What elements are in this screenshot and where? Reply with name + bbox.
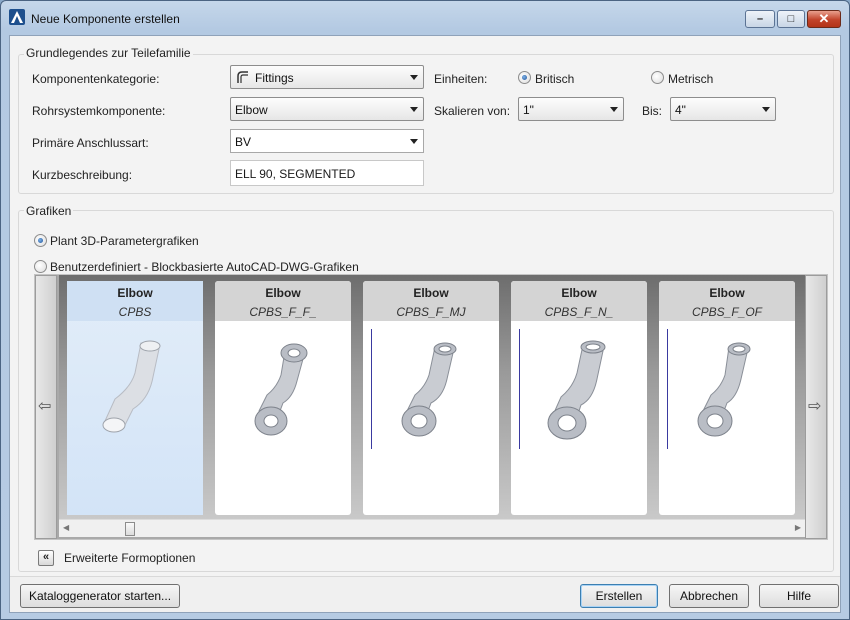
connection-value: BV (235, 135, 252, 149)
chevron-down-icon (610, 107, 618, 112)
scale-to-dropdown[interactable]: 4" (670, 97, 776, 121)
gallery-prev-button[interactable]: ⇦ (35, 275, 57, 539)
dialog-client: Grundlegendes zur Teilefamilie Komponent… (9, 35, 841, 613)
scale-from-label: Skalieren von: (434, 104, 511, 118)
chevron-down-icon (410, 75, 418, 80)
card-subtitle: CPBS_F_OF (691, 305, 763, 319)
scrollbar-thumb[interactable] (125, 522, 135, 536)
card-divider-line (371, 329, 372, 449)
close-icon: ✕ (818, 11, 830, 26)
dialog-window: Neue Komponente erstellen – □ ✕ Grundleg… (0, 0, 850, 620)
units-label: Einheiten: (434, 72, 488, 86)
plant3d-graphics-label[interactable]: Plant 3D-Parametergrafiken (50, 234, 199, 248)
short-desc-input[interactable]: ELL 90, SEGMENTED (230, 160, 424, 186)
custom-graphics-radio[interactable] (34, 260, 47, 273)
unit-imperial-radio[interactable] (518, 71, 531, 84)
scale-to-label: Bis: (642, 104, 663, 118)
gallery-card[interactable]: Elbow CPBS_F_MJ (363, 281, 499, 515)
minimize-button[interactable]: – (745, 10, 775, 28)
gallery-card[interactable]: Elbow CPBS (67, 281, 203, 515)
gallery-scrollbar[interactable]: ◀ ▶ (59, 519, 805, 537)
chevron-down-icon (410, 139, 418, 144)
elbow-flanged-icon (254, 343, 308, 436)
gallery-card[interactable]: Elbow CPBS_F_OF (659, 281, 795, 515)
short-desc-label: Kurzbeschreibung: (32, 168, 133, 182)
connection-label: Primäre Anschlussart: (32, 136, 149, 150)
elbow-mj-icon (401, 342, 457, 437)
arrow-right-icon: ⇨ (808, 398, 822, 415)
window-title: Neue Komponente erstellen (31, 12, 180, 26)
help-button[interactable]: Hilfe (759, 584, 839, 608)
maximize-button[interactable]: □ (777, 10, 805, 28)
dialog-footer: Kataloggenerator starten... Erstellen Ab… (10, 576, 840, 612)
minimize-icon: – (756, 13, 764, 25)
gallery-next-button[interactable]: ⇨ (805, 275, 827, 539)
elbow-n-icon (547, 340, 606, 440)
unit-metric-radio[interactable] (651, 71, 664, 84)
chevron-down-icon (410, 107, 418, 112)
card-title: Elbow (265, 286, 301, 300)
card-title: Elbow (709, 286, 745, 300)
close-button[interactable]: ✕ (807, 10, 841, 28)
elbow-of-icon (697, 342, 751, 437)
card-subtitle: CPBS_F_F_ (249, 305, 317, 319)
elbow-plain-icon (102, 340, 161, 433)
scale-to-value: 4" (675, 103, 686, 117)
card-subtitle: CPBS_F_MJ (396, 305, 466, 319)
arrow-left-icon: ⇦ (38, 398, 52, 415)
scale-from-value: 1" (523, 103, 534, 117)
custom-graphics-label[interactable]: Benutzerdefiniert - Blockbasierte AutoCA… (50, 260, 359, 274)
category-value: Fittings (255, 71, 294, 85)
create-button[interactable]: Erstellen (580, 584, 658, 608)
card-divider-line (519, 329, 520, 449)
title-bar[interactable]: Neue Komponente erstellen – □ ✕ (1, 1, 849, 35)
unit-imperial-label[interactable]: Britisch (535, 72, 574, 86)
category-dropdown[interactable]: Fittings (230, 65, 424, 89)
unit-metric-label[interactable]: Metrisch (668, 72, 713, 86)
scroll-left-icon[interactable]: ◀ (63, 523, 69, 532)
card-title: Elbow (561, 286, 597, 300)
scroll-right-icon[interactable]: ▶ (795, 523, 801, 532)
catalog-generator-button[interactable]: Kataloggenerator starten... (20, 584, 180, 608)
autocad-app-icon (9, 9, 25, 25)
card-subtitle: CPBS_F_N_ (544, 305, 614, 319)
component-label: Rohrsystemkomponente: (32, 104, 166, 118)
basics-legend: Grundlegendes zur Teilefamilie (24, 46, 193, 60)
category-label: Komponentenkategorie: (32, 72, 160, 86)
chevron-down-icon (762, 107, 770, 112)
short-desc-value: ELL 90, SEGMENTED (235, 167, 356, 181)
card-title: Elbow (117, 286, 153, 300)
component-value: Elbow (235, 103, 268, 117)
fitting-icon (237, 71, 248, 83)
graphics-legend: Grafiken (24, 204, 74, 218)
collapse-double-chevron-icon[interactable]: « (38, 550, 54, 566)
gallery-card[interactable]: Elbow CPBS_F_N_ (511, 281, 647, 515)
maximize-icon: □ (787, 13, 795, 25)
cancel-button[interactable]: Abbrechen (669, 584, 749, 608)
gallery-card[interactable]: Elbow CPBS_F_F_ (215, 281, 351, 515)
plant3d-graphics-radio[interactable] (34, 234, 47, 247)
content-panel: Grundlegendes zur Teilefamilie Komponent… (10, 36, 840, 576)
gallery-cards: Elbow CPBS Elbow CPBS_F_F_ Elbow CPBS_F_… (59, 275, 805, 519)
card-divider-line (667, 329, 668, 449)
card-title: Elbow (413, 286, 449, 300)
graphics-gallery: ⇦ Elbow CPBS Elbow CPBS_F_F_ Elbow CPBS_… (34, 274, 828, 540)
card-subtitle: CPBS (118, 305, 152, 319)
advanced-options-label[interactable]: Erweiterte Formoptionen (64, 551, 195, 565)
connection-dropdown[interactable]: BV (230, 129, 424, 153)
scale-from-dropdown[interactable]: 1" (518, 97, 624, 121)
component-dropdown[interactable]: Elbow (230, 97, 424, 121)
